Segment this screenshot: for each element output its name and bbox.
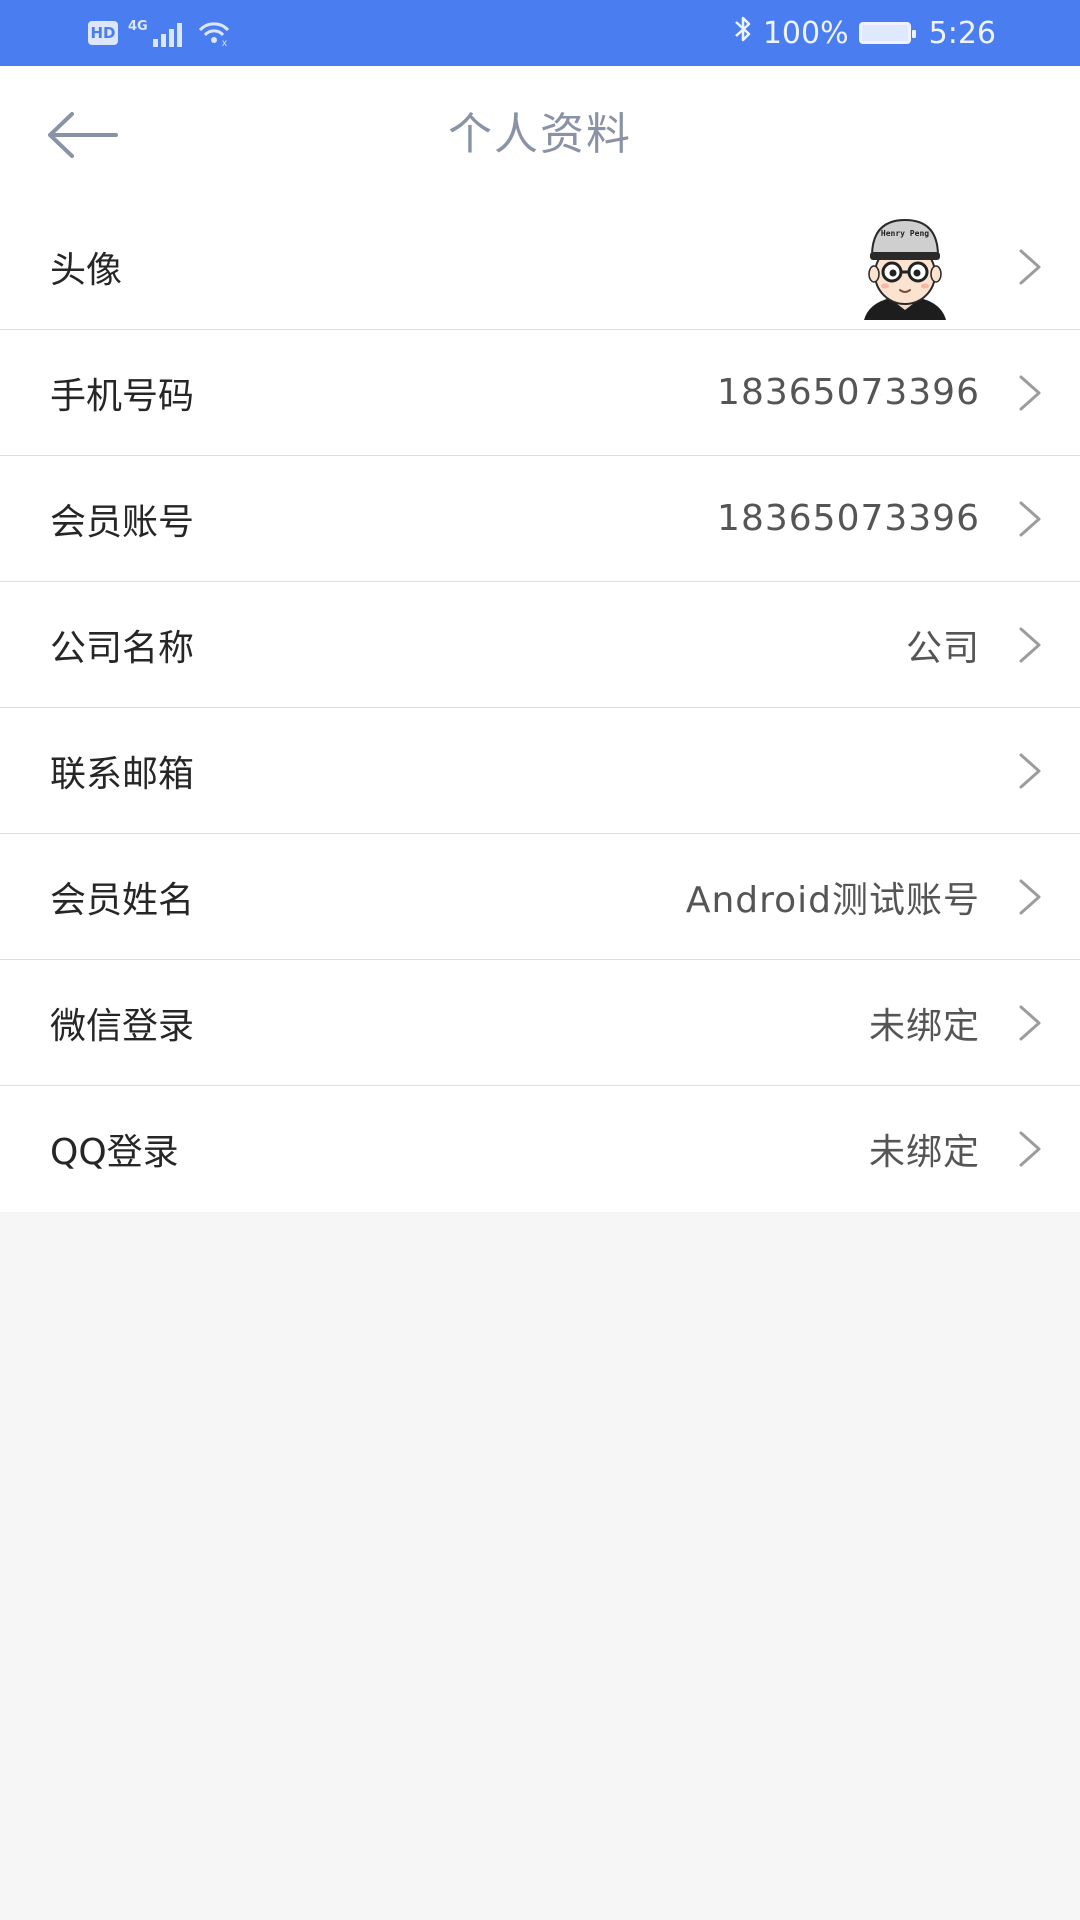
svg-text:x: x [222, 38, 227, 46]
chevron-right-icon [1010, 204, 1050, 329]
page-title: 个人资料 [448, 109, 632, 160]
chevron-right-icon [1010, 456, 1050, 581]
row-value: 未绑定 [868, 1132, 980, 1173]
status-right: 100% 5:26 [733, 10, 996, 56]
row-avatar[interactable]: 头像 Henry Peng [0, 204, 1080, 330]
status-left: HD 4G x [88, 14, 231, 52]
row-label: 微信登录 [50, 1005, 195, 1047]
chevron-right-icon [1010, 960, 1050, 1085]
chevron-right-icon [1010, 708, 1050, 833]
chevron-right-icon [1010, 834, 1050, 959]
row-wechat-login[interactable]: 微信登录 未绑定 [0, 960, 1080, 1086]
battery-icon [858, 22, 916, 44]
row-label: 会员账号 [50, 501, 195, 543]
row-company-name[interactable]: 公司名称 公司 [0, 582, 1080, 708]
row-label: 公司名称 [50, 627, 195, 669]
row-label: 联系邮箱 [50, 753, 195, 795]
chevron-right-icon [1010, 1086, 1050, 1212]
row-qq-login[interactable]: QQ登录 未绑定 [0, 1086, 1080, 1212]
row-value: 未绑定 [868, 1005, 980, 1047]
avatar: Henry Peng [864, 218, 946, 320]
hd-icon: HD [88, 21, 118, 45]
row-phone-number[interactable]: 手机号码 18365073396 [0, 330, 1080, 456]
avatar-cap-text: Henry Peng [881, 229, 929, 238]
row-value: 公司 [905, 627, 980, 669]
app-header: 个人资料 [0, 66, 1080, 204]
row-value: 18365073396 [717, 498, 980, 539]
row-value: 18365073396 [717, 372, 980, 413]
status-bar: HD 4G x 100% 5:26 [0, 0, 1080, 66]
wifi-icon: x [197, 16, 231, 50]
profile-list: 头像 Henry Peng 手机号码 18365073396 会员账号 1836… [0, 204, 1080, 1212]
row-member-account[interactable]: 会员账号 18365073396 [0, 456, 1080, 582]
battery-percent: 100% [762, 15, 849, 51]
row-label: 会员姓名 [50, 879, 195, 921]
chevron-right-icon [1010, 582, 1050, 707]
bluetooth-icon [733, 14, 753, 52]
row-label: 手机号码 [50, 375, 195, 417]
signal-icon: 4G [128, 19, 187, 47]
chevron-right-icon [1010, 330, 1050, 455]
clock: 5:26 [928, 15, 996, 51]
row-label: 头像 [50, 249, 123, 291]
row-contact-email[interactable]: 联系邮箱 [0, 708, 1080, 834]
row-member-name[interactable]: 会员姓名 Android测试账号 [0, 834, 1080, 960]
network-type-label: 4G [128, 19, 148, 34]
row-value: Android测试账号 [685, 879, 980, 921]
row-label: QQ登录 [50, 1132, 179, 1173]
